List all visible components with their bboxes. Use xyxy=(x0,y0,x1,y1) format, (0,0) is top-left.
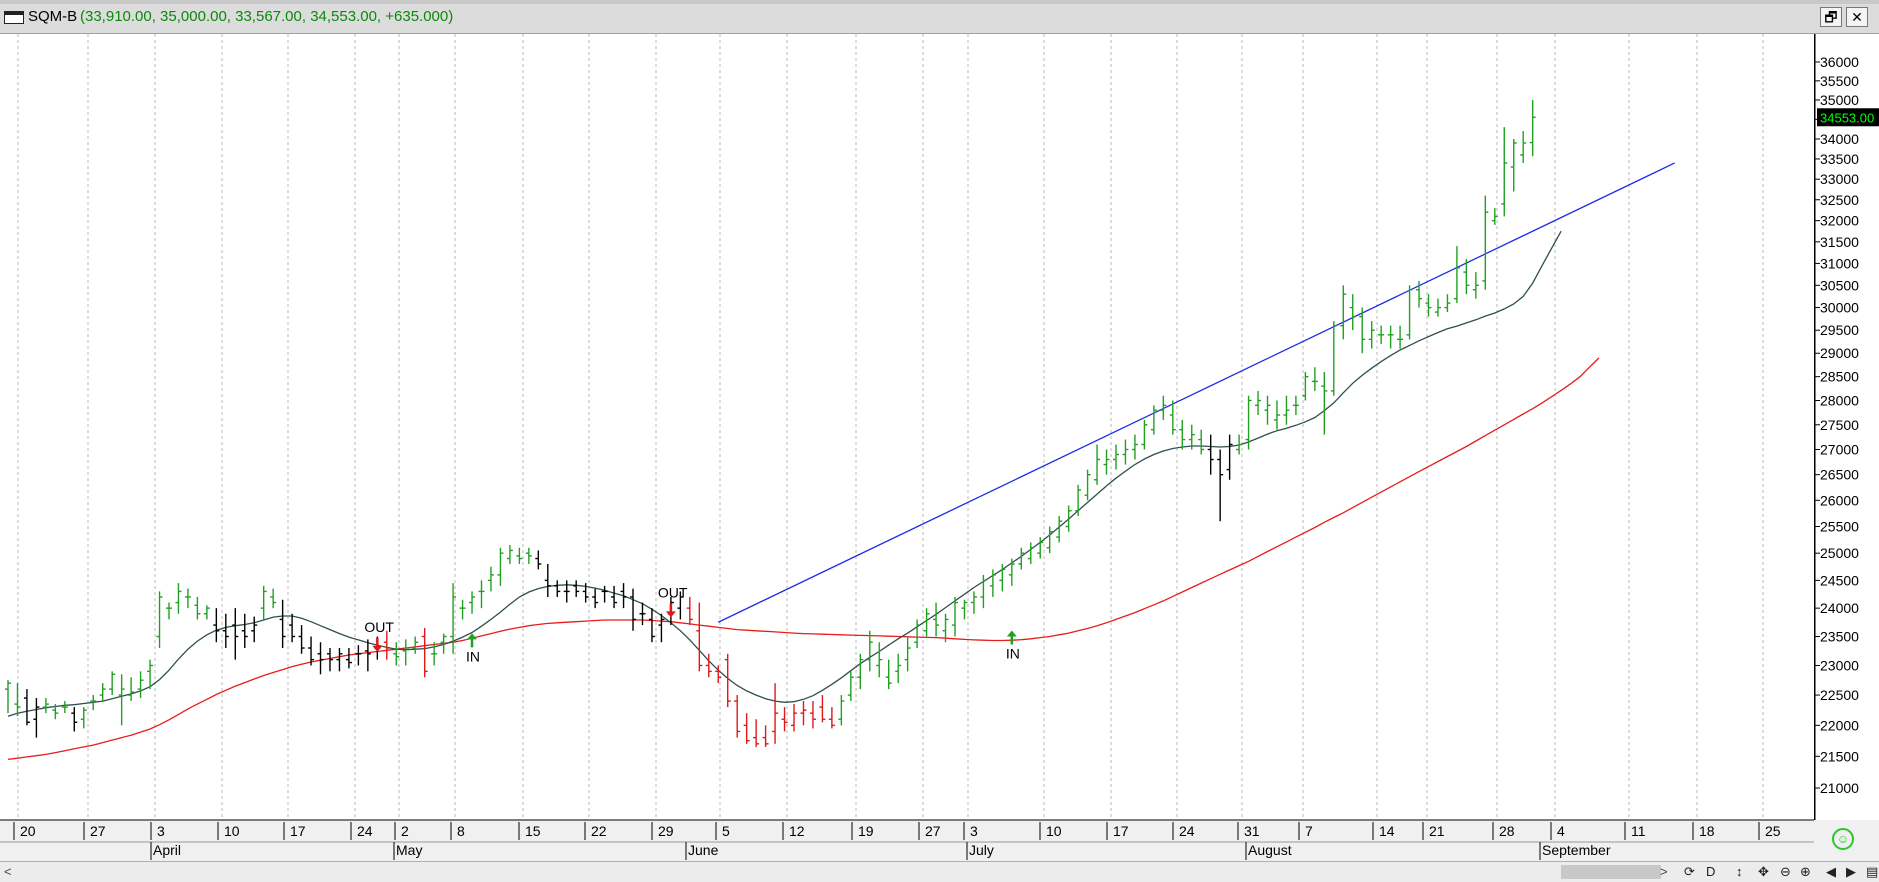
x-tick-label: 27 xyxy=(925,823,941,839)
x-tick-label: 27 xyxy=(90,823,106,839)
y-tick-label: 29500 xyxy=(1820,322,1859,338)
x-tick-label: 20 xyxy=(20,823,36,839)
x-tick-label: 18 xyxy=(1699,823,1715,839)
y-tick-label: 33000 xyxy=(1820,171,1859,187)
month-label: June xyxy=(688,842,719,858)
x-tick-label: 17 xyxy=(1113,823,1129,839)
last-price-label: 34553.00 xyxy=(1820,110,1874,125)
zoom-out-icon[interactable]: ⊖ xyxy=(1780,864,1791,880)
y-tick-label: 28000 xyxy=(1820,393,1859,409)
signal-label-in: IN xyxy=(1006,645,1020,661)
y-tick-label: 36000 xyxy=(1820,54,1859,70)
x-tick-label: 3 xyxy=(970,823,978,839)
vertical-scale-icon[interactable]: ↕ xyxy=(1736,864,1743,879)
x-tick-label: 15 xyxy=(525,823,541,839)
panel-icon[interactable]: ▤ xyxy=(1866,864,1878,880)
y-tick-label: 26000 xyxy=(1820,492,1859,508)
y-tick-label: 27500 xyxy=(1820,417,1859,433)
x-tick-label: 10 xyxy=(224,823,240,839)
signal-label-out: OUT xyxy=(658,584,688,600)
y-tick-label: 24000 xyxy=(1820,600,1859,616)
y-tick-label: 24500 xyxy=(1820,572,1859,588)
x-tick-label: 8 xyxy=(457,823,465,839)
arrow-down-icon xyxy=(665,611,676,618)
x-tick-label: 31 xyxy=(1244,823,1260,839)
arrow-up-icon xyxy=(1006,630,1017,637)
x-tick-label: 22 xyxy=(591,823,607,839)
x-tick-label: 4 xyxy=(1557,823,1565,839)
horizontal-scroll-thumb[interactable] xyxy=(1561,865,1661,879)
y-tick-label: 27000 xyxy=(1820,441,1859,457)
prev-icon[interactable]: ◀ xyxy=(1826,864,1836,880)
bottom-toolbar: < > ⟳ D ↕ ✥ ⊖ ⊕ ◀ ▶ ▤ xyxy=(0,861,1879,882)
moving-average-short-line xyxy=(7,230,1562,717)
scroll-left-icon[interactable]: < xyxy=(4,864,12,879)
y-tick-label: 32000 xyxy=(1820,213,1859,229)
y-tick-label: 30500 xyxy=(1820,277,1859,293)
x-tick-label: 14 xyxy=(1379,823,1395,839)
y-tick-label: 23000 xyxy=(1820,657,1859,673)
y-tick-label: 22000 xyxy=(1820,717,1859,733)
x-tick-label: 24 xyxy=(357,823,373,839)
month-label: August xyxy=(1248,842,1292,858)
x-tick-label: 21 xyxy=(1429,823,1445,839)
x-tick-label: 25 xyxy=(1765,823,1781,839)
signal-label-in: IN xyxy=(466,648,480,664)
move-icon[interactable]: ✥ xyxy=(1758,864,1769,880)
x-tick-label: 19 xyxy=(858,823,874,839)
smiley-icon[interactable]: ☺ xyxy=(1832,828,1854,850)
trendline[interactable] xyxy=(717,162,1676,623)
y-tick-label: 26500 xyxy=(1820,467,1859,483)
month-label: May xyxy=(396,842,422,858)
x-tick-label: 7 xyxy=(1305,823,1313,839)
x-tick-label: 3 xyxy=(157,823,165,839)
scroll-right-icon[interactable]: > xyxy=(1660,864,1668,879)
x-tick-label: 10 xyxy=(1046,823,1062,839)
y-tick-label: 31500 xyxy=(1820,234,1859,250)
x-tick-label: 12 xyxy=(789,823,805,839)
d-mode-icon[interactable]: D xyxy=(1706,864,1715,879)
y-tick-label: 35000 xyxy=(1820,92,1859,108)
y-tick-label: 34000 xyxy=(1820,131,1859,147)
y-tick-label: 32500 xyxy=(1820,192,1859,208)
y-tick-label: 21000 xyxy=(1820,780,1859,796)
price-chart[interactable]: 20 27 3 10 17 24 2 8 15 22 29 5 12 19 27 3 10 17 24 31 7 14 21… xyxy=(0,0,1879,861)
refresh-icon[interactable]: ⟳ xyxy=(1684,864,1695,880)
y-tick-label: 35500 xyxy=(1820,73,1859,89)
y-tick-label: 33500 xyxy=(1820,151,1859,167)
month-label: July xyxy=(969,842,994,858)
next-icon[interactable]: ▶ xyxy=(1846,864,1856,880)
x-tick-label: 17 xyxy=(290,823,306,839)
y-tick-label: 28500 xyxy=(1820,369,1859,385)
month-label: September xyxy=(1542,842,1611,858)
y-tick-label: 21500 xyxy=(1820,748,1859,764)
y-tick-label: 29000 xyxy=(1820,345,1859,361)
y-tick-label: 25500 xyxy=(1820,518,1859,534)
y-tick-label: 23500 xyxy=(1820,628,1859,644)
y-tick-label: 22500 xyxy=(1820,687,1859,703)
x-tick-label: 5 xyxy=(722,823,730,839)
y-tick-label: 30000 xyxy=(1820,300,1859,316)
zoom-in-icon[interactable]: ⊕ xyxy=(1800,864,1811,880)
x-tick-label: 28 xyxy=(1499,823,1515,839)
x-tick-label: 29 xyxy=(658,823,674,839)
x-tick-label: 24 xyxy=(1179,823,1195,839)
y-tick-label: 25000 xyxy=(1820,545,1859,561)
signal-label-out: OUT xyxy=(364,619,394,635)
x-tick-label: 11 xyxy=(1631,823,1646,839)
x-tick-label: 2 xyxy=(401,823,409,839)
y-tick-label: 31000 xyxy=(1820,255,1859,271)
month-label: April xyxy=(153,842,181,858)
